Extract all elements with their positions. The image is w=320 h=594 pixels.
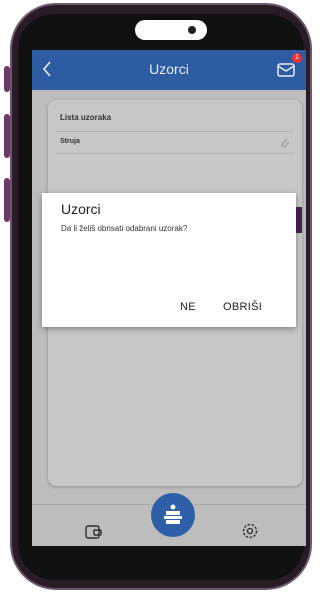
phone-side-button [4,114,10,158]
confirm-delete-dialog: Uzorci Da li želiš obrisati odabrani uzo… [42,193,296,327]
dialog-message: Da li želiš obrisati odabrani uzorak? [61,224,188,233]
notification-badge: 1 [292,53,302,63]
list-title: Lista uzoraka [60,113,112,122]
dialog-title: Uzorci [61,201,101,217]
phone-side-button [4,178,10,222]
list-item[interactable]: Struja [60,138,80,145]
cancel-button[interactable]: NE [180,301,196,313]
divider [56,153,294,154]
app-screen: Uzorci 1 Lista uzoraka Struja Uzorci Da … [32,50,306,546]
home-button[interactable] [151,493,195,537]
wallet-icon [85,525,102,539]
app-header: Uzorci 1 [32,50,306,90]
page-title: Uzorci [149,61,189,77]
bank-logo-icon [164,504,182,524]
phone-side-button [4,66,10,92]
gear-icon [242,523,258,539]
wallet-button[interactable] [85,524,103,540]
phone-notch [135,20,207,40]
attachment-icon[interactable] [280,136,290,148]
settings-button[interactable] [241,522,259,540]
camera-icon [188,26,196,34]
delete-button[interactable]: OBRIŠI [223,301,262,313]
divider [56,131,294,132]
